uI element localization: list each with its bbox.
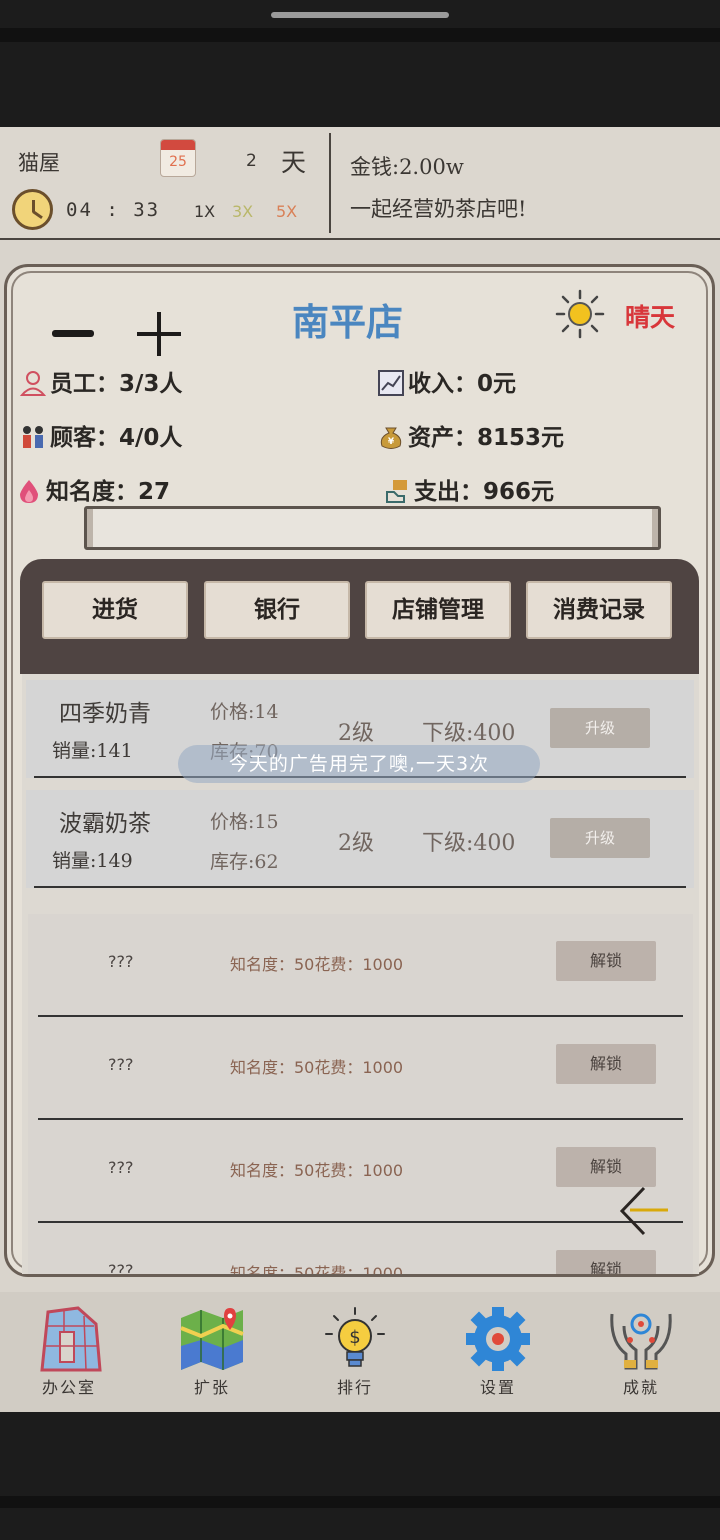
nav-ranking[interactable]: $ 排行 xyxy=(300,1306,410,1406)
speed-1x-button[interactable]: 1X xyxy=(194,202,215,221)
calendar-day: 25 xyxy=(169,154,187,170)
unlock-button[interactable]: 解锁 xyxy=(556,941,656,981)
person-icon xyxy=(20,371,46,396)
game-time: 04 : 33 xyxy=(66,199,161,221)
unlock-button[interactable]: 解锁 xyxy=(556,1044,656,1084)
product-row: 波霸奶茶 销量:149 价格:15 库存:62 2级 下级:400 升级 xyxy=(26,790,694,888)
nav-expand[interactable]: 扩张 xyxy=(157,1306,267,1406)
expense-stat: 支出：966元 xyxy=(384,472,554,506)
speed-3x-button[interactable]: 3X xyxy=(232,202,253,221)
nav-label: 办公室 xyxy=(41,1378,96,1397)
sun-icon xyxy=(555,289,605,339)
map-icon xyxy=(180,1308,244,1370)
locked-product-name: ??? xyxy=(108,952,134,971)
back-arrow-icon[interactable] xyxy=(616,1185,672,1237)
tab-shop-management[interactable]: 店铺管理 xyxy=(365,581,511,639)
upgrade-button[interactable]: 升级 xyxy=(550,818,650,858)
unlock-requirement: 知名度：50花费：1000 xyxy=(230,955,404,974)
nav-office[interactable]: 办公室 xyxy=(14,1306,124,1406)
product-next-level: 下级:400 xyxy=(422,721,516,746)
achievement-hands-icon xyxy=(610,1313,672,1370)
minus-icon[interactable] xyxy=(52,330,94,337)
locked-product-name: ??? xyxy=(108,1261,134,1274)
toast-message: 今天的广告用完了噢,一天3次 xyxy=(178,745,540,783)
clock-icon xyxy=(12,189,53,230)
day-count: 2 xyxy=(246,151,257,171)
product-name: 四季奶青 xyxy=(59,701,151,727)
office-building-icon xyxy=(40,1306,102,1372)
calendar-icon: 25 xyxy=(160,139,196,177)
shop-title: 南平店 xyxy=(292,301,403,344)
unlock-requirement: 知名度：50花费：1000 xyxy=(230,1264,404,1274)
nav-label: 设置 xyxy=(479,1378,516,1397)
assets-stat: ¥ 资产：8153元 xyxy=(378,418,564,452)
nav-label: 排行 xyxy=(336,1378,373,1397)
fame-stat: 知名度：27 xyxy=(16,472,170,506)
unlock-button[interactable]: 解锁 xyxy=(556,1250,656,1274)
money-display: 金钱:2.00w xyxy=(350,155,464,179)
tab-spending-records[interactable]: 消费记录 xyxy=(526,581,672,639)
product-stock: 库存:62 xyxy=(210,851,279,873)
tab-bar: 进货 银行 店铺管理 消费记录 xyxy=(20,559,699,674)
tab-bank[interactable]: 银行 xyxy=(204,581,350,639)
product-level: 2级 xyxy=(338,721,374,746)
plus-icon[interactable] xyxy=(137,312,181,356)
day-unit: 天 xyxy=(281,148,307,177)
svg-text:¥: ¥ xyxy=(388,437,395,447)
slogan-text: 一起经营奶茶店吧! xyxy=(350,197,527,221)
product-sales: 销量:149 xyxy=(52,850,133,872)
money-bag-icon: ¥ xyxy=(380,427,402,449)
locked-product-row: ??? 知名度：50花费：1000 解锁 xyxy=(28,1223,693,1274)
game-screen: 猫屋 25 2 天 04 : 33 1X 3X 5X 金钱:2.00w 一起经营… xyxy=(0,127,720,1412)
customers-icon xyxy=(23,426,43,448)
product-level: 2级 xyxy=(338,831,374,856)
weather-label: 晴天 xyxy=(625,303,676,332)
product-price: 价格:14 xyxy=(210,701,279,723)
customers-stat: 顾客：4/0人 xyxy=(20,418,182,452)
unlock-button[interactable]: 解锁 xyxy=(556,1147,656,1187)
lightbulb-icon: $ xyxy=(325,1307,385,1367)
chart-up-icon xyxy=(378,370,404,396)
gear-icon xyxy=(466,1307,530,1371)
expense-icon xyxy=(386,480,407,503)
product-name: 波霸奶茶 xyxy=(59,811,151,837)
progress-bar xyxy=(84,506,661,550)
locked-product-row: ??? 知名度：50花费：1000 解锁 xyxy=(28,1017,693,1120)
status-divider xyxy=(329,133,331,233)
home-indicator xyxy=(271,12,449,18)
locked-product-name: ??? xyxy=(108,1158,134,1177)
upgrade-button[interactable]: 升级 xyxy=(550,708,650,748)
income-stat: 收入：0元 xyxy=(378,364,516,398)
product-sales: 销量:141 xyxy=(52,740,133,762)
product-price: 价格:15 xyxy=(210,811,279,833)
top-bezel xyxy=(0,28,720,42)
nav-label: 扩张 xyxy=(193,1378,230,1397)
svg-text:$: $ xyxy=(349,1327,360,1348)
product-next-level: 下级:400 xyxy=(422,831,516,856)
nav-settings[interactable]: 设置 xyxy=(443,1306,553,1406)
staff-stat: 员工：3/3人 xyxy=(20,364,182,398)
bottom-nav: 办公室 扩张 $ 排行 设置 成就 xyxy=(0,1292,720,1412)
location-name[interactable]: 猫屋 xyxy=(18,147,60,177)
nav-label: 成就 xyxy=(622,1378,659,1397)
tab-restock[interactable]: 进货 xyxy=(42,581,188,639)
locked-product-row: ??? 知名度：50花费：1000 解锁 xyxy=(28,914,693,1017)
nav-achievements[interactable]: 成就 xyxy=(586,1306,696,1406)
speed-5x-button[interactable]: 5X xyxy=(276,202,297,221)
locked-product-name: ??? xyxy=(108,1055,134,1074)
unlock-requirement: 知名度：50花费：1000 xyxy=(230,1058,404,1077)
status-bar: 猫屋 25 2 天 04 : 33 1X 3X 5X 金钱:2.00w 一起经营… xyxy=(0,127,720,240)
locked-product-row: ??? 知名度：50花费：1000 解锁 xyxy=(28,1120,693,1223)
flame-icon xyxy=(20,480,38,503)
unlock-requirement: 知名度：50花费：1000 xyxy=(230,1161,404,1180)
bottom-bezel xyxy=(0,1496,720,1508)
